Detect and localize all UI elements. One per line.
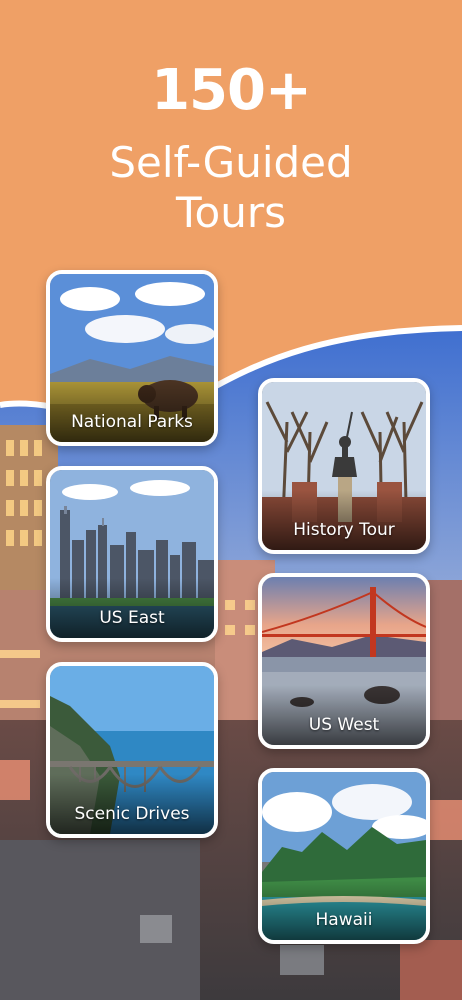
promo-screen: 150+ Self-Guided Tours National Parks Hi… bbox=[0, 0, 462, 1000]
card-label-scenic-drives: Scenic Drives bbox=[74, 804, 190, 824]
category-card-us-east[interactable]: US East bbox=[46, 466, 218, 642]
category-card-us-west[interactable]: US West bbox=[258, 573, 430, 749]
headline-text: Self-Guided Tours bbox=[0, 138, 462, 238]
category-card-national-parks[interactable]: National Parks bbox=[46, 270, 218, 446]
category-card-scenic-drives[interactable]: Scenic Drives bbox=[46, 662, 218, 838]
headline-line-1: Self-Guided bbox=[109, 138, 353, 187]
category-card-history-tour[interactable]: History Tour bbox=[258, 378, 430, 554]
card-label-us-east: US East bbox=[99, 608, 165, 628]
tour-count: 150+ bbox=[151, 58, 312, 123]
card-label-us-west: US West bbox=[308, 715, 380, 735]
category-card-hawaii[interactable]: Hawaii bbox=[258, 768, 430, 944]
headline-line-2: Tours bbox=[176, 188, 286, 237]
card-label-national-parks: National Parks bbox=[71, 412, 193, 432]
card-label-history-tour: History Tour bbox=[293, 520, 395, 540]
card-label-hawaii: Hawaii bbox=[315, 910, 373, 930]
